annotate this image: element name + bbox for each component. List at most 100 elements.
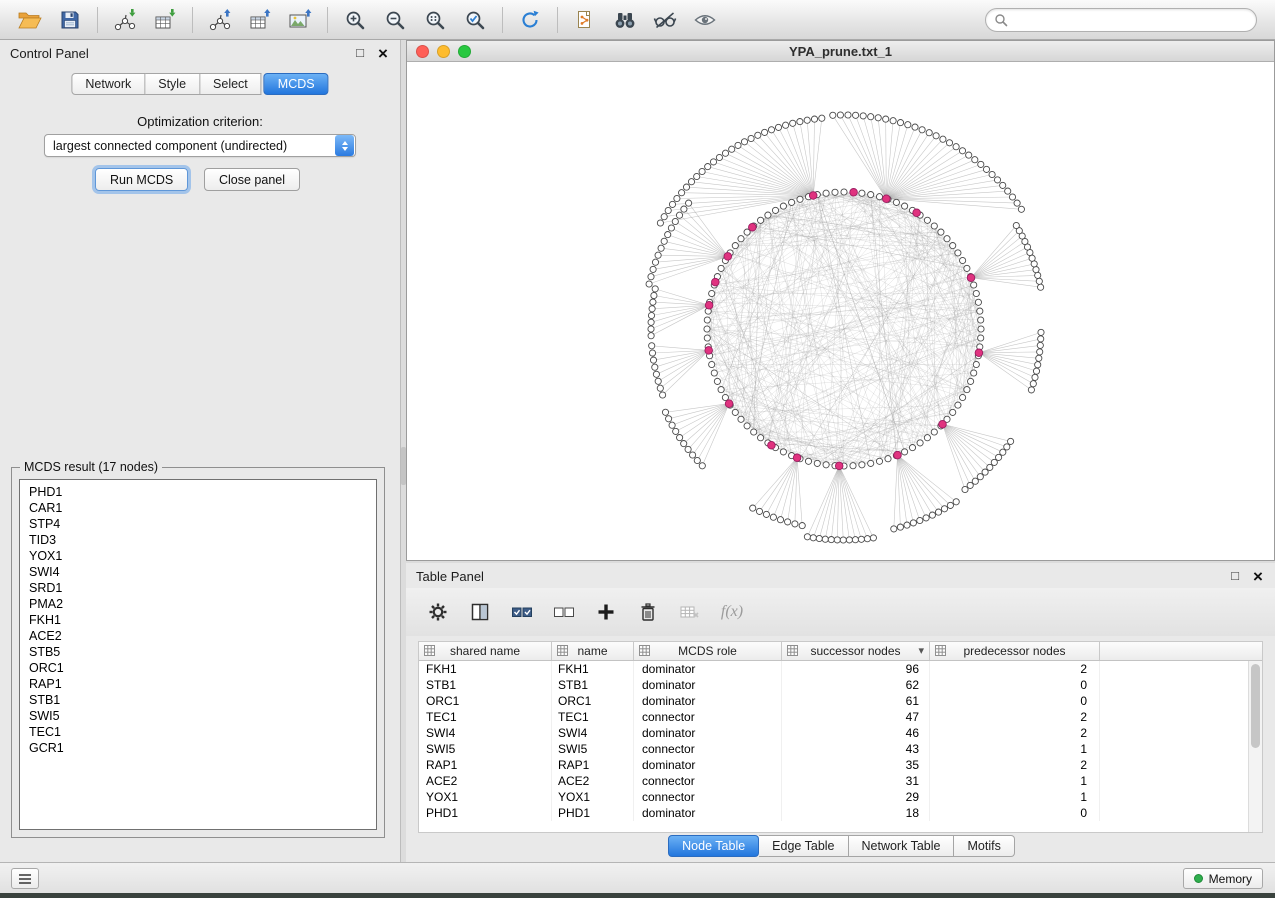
column-header-shared-name[interactable]: shared name <box>419 642 552 660</box>
table-row[interactable]: TEC1TEC1connector472 <box>419 709 1248 725</box>
tab-edge-table[interactable]: Edge Table <box>759 835 848 857</box>
delete-table-button[interactable] <box>676 597 704 627</box>
network-node[interactable] <box>816 535 822 541</box>
network-node[interactable] <box>845 112 851 118</box>
network-node[interactable] <box>741 139 747 145</box>
network-node[interactable] <box>738 416 744 422</box>
network-node[interactable] <box>694 173 700 179</box>
network-node[interactable] <box>830 112 836 118</box>
network-node[interactable] <box>938 229 944 235</box>
network-node[interactable] <box>955 402 961 408</box>
search-box[interactable] <box>985 8 1257 32</box>
network-hub-node[interactable] <box>939 420 947 428</box>
network-node[interactable] <box>665 207 671 213</box>
network-node[interactable] <box>1008 438 1014 444</box>
network-node[interactable] <box>959 148 965 154</box>
network-node[interactable] <box>790 120 796 126</box>
network-node[interactable] <box>978 326 984 332</box>
network-node[interactable] <box>883 116 889 122</box>
network-node[interactable] <box>662 409 668 415</box>
network-node[interactable] <box>669 422 675 428</box>
network-node[interactable] <box>966 152 972 158</box>
network-node[interactable] <box>868 460 874 466</box>
network-node[interactable] <box>780 449 786 455</box>
deselect-all-button[interactable] <box>550 597 578 627</box>
mcds-result-node[interactable]: ORC1 <box>20 660 376 676</box>
network-node[interactable] <box>657 220 663 226</box>
network-node[interactable] <box>789 199 795 205</box>
network-node[interactable] <box>853 112 859 118</box>
network-node[interactable] <box>875 115 881 121</box>
network-hub-node[interactable] <box>712 278 720 286</box>
network-node[interactable] <box>685 446 691 452</box>
zoom-out-button[interactable] <box>375 3 415 37</box>
network-node[interactable] <box>710 159 716 165</box>
network-node[interactable] <box>651 292 657 298</box>
mcds-result-list[interactable]: PHD1CAR1STP4TID3YOX1SWI4SRD1PMA2FKH1ACE2… <box>19 479 377 830</box>
network-node[interactable] <box>709 290 715 296</box>
network-node[interactable] <box>804 117 810 123</box>
network-node[interactable] <box>876 458 882 464</box>
network-node[interactable] <box>772 207 778 213</box>
table-row[interactable]: SWI4SWI4dominator462 <box>419 725 1248 741</box>
network-node[interactable] <box>780 203 786 209</box>
network-node[interactable] <box>650 266 656 272</box>
tab-network-table[interactable]: Network Table <box>849 835 955 857</box>
network-node[interactable] <box>941 506 947 512</box>
network-node[interactable] <box>858 536 864 542</box>
network-node[interactable] <box>699 463 705 469</box>
network-node[interactable] <box>819 115 825 121</box>
network-node[interactable] <box>732 243 738 249</box>
network-node[interactable] <box>660 392 666 398</box>
tab-mcds[interactable]: MCDS <box>264 73 329 95</box>
network-node[interactable] <box>674 195 680 201</box>
network-node[interactable] <box>783 122 789 128</box>
network-node[interactable] <box>1035 272 1041 278</box>
network-node[interactable] <box>950 243 956 249</box>
network-node[interactable] <box>1005 188 1011 194</box>
network-node[interactable] <box>868 192 874 198</box>
network-node[interactable] <box>714 378 720 384</box>
network-node[interactable] <box>1009 194 1015 200</box>
network-node[interactable] <box>953 144 959 150</box>
network-node[interactable] <box>797 196 803 202</box>
network-node[interactable] <box>852 537 858 543</box>
network-node[interactable] <box>1036 278 1042 284</box>
network-node[interactable] <box>1038 329 1044 335</box>
network-node[interactable] <box>811 116 817 122</box>
network-node[interactable] <box>732 409 738 415</box>
network-node[interactable] <box>931 429 937 435</box>
network-node[interactable] <box>955 250 961 256</box>
network-node[interactable] <box>905 122 911 128</box>
network-node[interactable] <box>744 423 750 429</box>
network-node[interactable] <box>870 535 876 541</box>
network-node[interactable] <box>751 429 757 435</box>
network-node[interactable] <box>797 119 803 125</box>
network-hub-node[interactable] <box>768 441 776 449</box>
network-node[interactable] <box>1035 362 1041 368</box>
table-scrollbar[interactable] <box>1248 661 1262 832</box>
network-node[interactable] <box>681 441 687 447</box>
table-row[interactable]: PHD1PHD1dominator180 <box>419 805 1248 821</box>
mcds-result-node[interactable]: PMA2 <box>20 596 376 612</box>
network-node[interactable] <box>775 124 781 130</box>
network-node[interactable] <box>868 114 874 120</box>
network-node[interactable] <box>683 184 689 190</box>
network-node[interactable] <box>765 212 771 218</box>
network-node[interactable] <box>841 189 847 195</box>
select-all-button[interactable] <box>508 597 536 627</box>
network-node[interactable] <box>953 499 959 505</box>
column-header-mcds-role[interactable]: MCDS role <box>634 642 782 660</box>
table-row[interactable]: FKH1FKH1dominator962 <box>419 661 1248 677</box>
network-node[interactable] <box>758 217 764 223</box>
network-node[interactable] <box>1028 387 1034 393</box>
zoom-fit-button[interactable] <box>415 3 455 37</box>
network-node[interactable] <box>665 232 671 238</box>
task-history-button[interactable] <box>11 868 39 889</box>
network-node[interactable] <box>891 526 897 532</box>
network-node[interactable] <box>987 464 993 470</box>
network-node[interactable] <box>912 124 918 130</box>
network-node[interactable] <box>910 520 916 526</box>
network-node[interactable] <box>770 514 776 520</box>
network-node[interactable] <box>859 190 865 196</box>
